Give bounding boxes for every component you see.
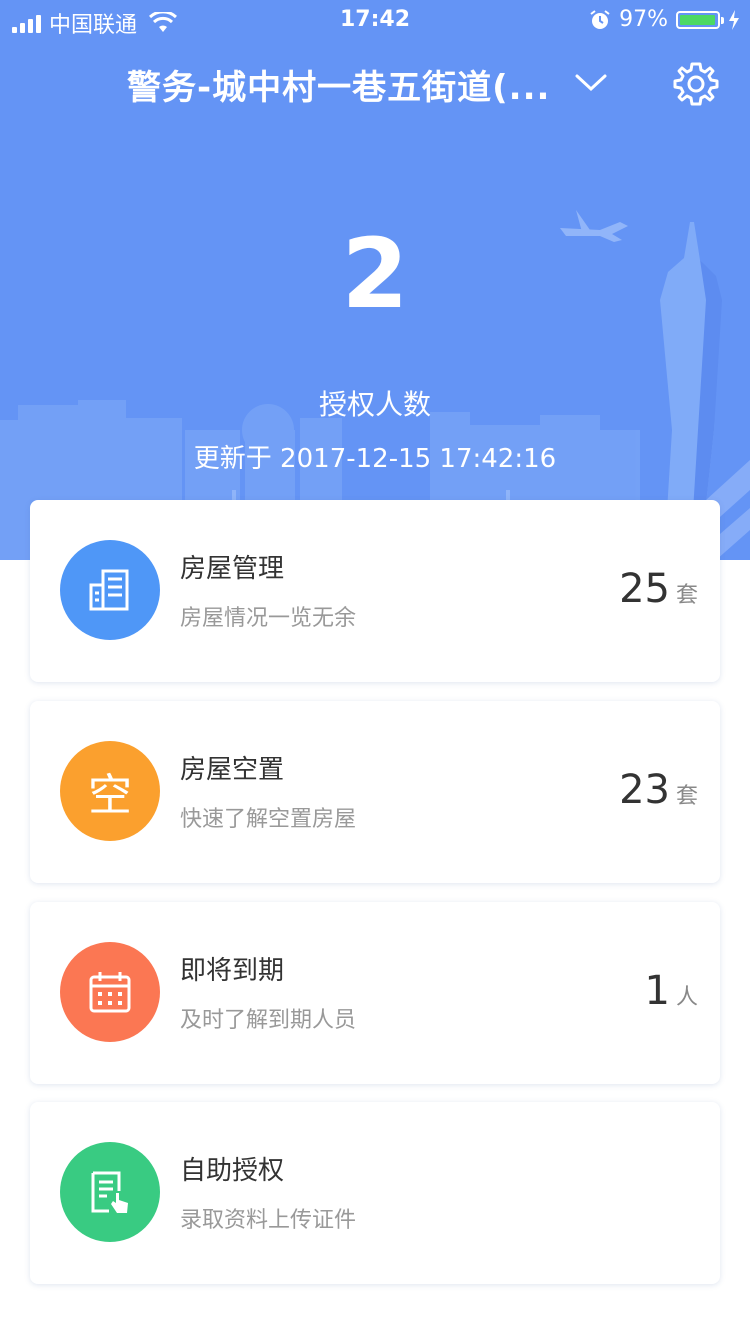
count-unit: 人: [675, 985, 698, 1010]
calendar-icon: [60, 942, 160, 1042]
battery-icon: [676, 10, 724, 29]
authorized-count: 2: [341, 218, 409, 330]
updated-timestamp: 更新于 2017-12-15 17:42:16: [193, 444, 557, 474]
card-subtitle: 及时了解到期人员: [180, 1008, 357, 1033]
count-unit: 套: [675, 583, 698, 608]
card-count: 1 人: [645, 968, 698, 1014]
count-value: 1: [644, 968, 670, 1014]
chevron-down-icon[interactable]: [574, 72, 608, 94]
card-title: 自助授权: [180, 1156, 285, 1186]
count-unit: 套: [675, 784, 698, 809]
charging-icon: [729, 9, 739, 30]
card-subtitle: 快速了解空置房屋: [180, 807, 357, 832]
status-bar: 中国联通 17:42 97%: [0, 0, 750, 40]
card-subtitle: 房屋情况一览无余: [180, 606, 357, 631]
card-count: 25 套: [619, 566, 698, 612]
card-expiring-soon[interactable]: 即将到期 及时了解到期人员 1 人: [30, 902, 720, 1084]
vacant-icon: 空: [60, 741, 160, 841]
card-title: 即将到期: [180, 956, 285, 986]
authorized-count-label: 授权人数: [318, 388, 431, 421]
station-selector-title[interactable]: 警务-城中村一巷五街道(...: [127, 60, 550, 109]
building-icon: [60, 540, 160, 640]
gear-icon[interactable]: [672, 60, 720, 108]
count-value: 25: [619, 566, 670, 612]
card-title: 房屋管理: [180, 554, 285, 584]
card-subtitle: 录取资料上传证件: [180, 1208, 357, 1233]
battery-percent: 97%: [619, 7, 668, 32]
card-housing-management[interactable]: 房屋管理 房屋情况一览无余 25 套: [30, 500, 720, 682]
title-bar: 警务-城中村一巷五街道(...: [0, 54, 750, 114]
card-self-authorization[interactable]: 自助授权 录取资料上传证件: [30, 1102, 720, 1284]
header-banner: 中国联通 17:42 97% 警务-城中村一巷五街道(... 2 授权人数 更新…: [0, 0, 750, 560]
count-value: 23: [619, 767, 670, 813]
card-vacant-housing[interactable]: 空 房屋空置 快速了解空置房屋 23 套: [30, 701, 720, 883]
card-title: 房屋空置: [180, 755, 285, 785]
document-touch-icon: [60, 1142, 160, 1242]
alarm-icon: [590, 9, 610, 29]
card-count: 23 套: [619, 767, 698, 813]
